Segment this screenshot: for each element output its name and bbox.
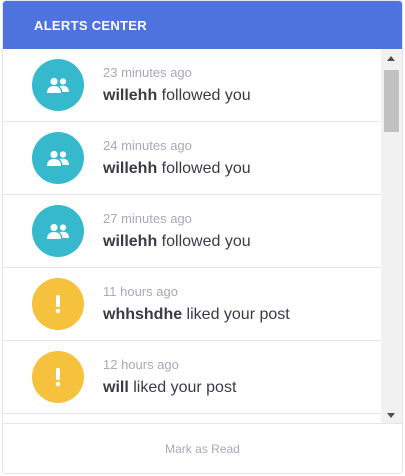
alert-item[interactable]: 11 hours ago whhshdhe liked your post [3,268,381,341]
alert-user: willehh [103,160,158,177]
scrollbar-thumb[interactable] [384,70,399,132]
alert-time: 11 hours ago [103,284,178,299]
alert-time: 12 hours ago [103,357,179,372]
alert-action: followed you [157,87,251,104]
alert-text: 27 minutes ago willehh followed you [103,211,251,251]
alert-item[interactable]: 24 minutes ago willehh followed you [3,122,381,195]
alert-item[interactable]: 27 minutes ago willehh followed you [3,195,381,268]
alert-user: will [103,379,129,396]
exclamation-icon [55,295,61,314]
alert-message: will liked your post [103,379,236,397]
exclamation-icon [55,368,61,387]
alert-message: willehh followed you [103,87,251,105]
alert-time: 23 minutes ago [103,65,192,80]
alert-user: willehh [103,87,158,104]
alert-avatar [32,351,84,403]
scroll-up-arrow-icon[interactable] [387,56,395,61]
alert-message: willehh followed you [103,160,251,178]
alerts-list-container: 23 minutes ago willehh followed you 24 m… [3,49,402,425]
alert-text: 23 minutes ago willehh followed you [103,65,251,105]
users-icon [47,150,69,166]
alert-avatar [32,59,84,111]
alert-item[interactable]: 23 minutes ago willehh followed you [3,49,381,122]
alert-avatar [32,132,84,184]
alert-action: liked your post [128,379,237,396]
alert-item[interactable]: 12 hours ago will liked your post [3,341,381,414]
alert-action: followed you [157,233,251,250]
alert-avatar [32,278,84,330]
alert-user: whhshdhe [103,306,183,323]
alert-text: 24 minutes ago willehh followed you [103,138,251,178]
users-icon [47,223,69,239]
alert-time: 24 minutes ago [103,138,192,153]
scrollbar[interactable] [381,49,402,425]
alert-user: willehh [103,233,158,250]
alert-message: willehh followed you [103,233,251,251]
alerts-dropdown: ALERTS CENTER 23 minutes ago willehh fol… [2,0,403,474]
alert-avatar [32,205,84,257]
mark-as-read-button[interactable]: Mark as Read [3,423,402,473]
alert-text: 12 hours ago will liked your post [103,357,236,397]
alert-action: liked your post [182,306,290,323]
alerts-header: ALERTS CENTER [3,1,402,49]
scroll-down-arrow-icon[interactable] [387,413,395,418]
alert-time: 27 minutes ago [103,211,192,226]
alert-text: 11 hours ago whhshdhe liked your post [103,284,290,324]
alerts-list: 23 minutes ago willehh followed you 24 m… [3,49,381,414]
alert-action: followed you [157,160,251,177]
alert-message: whhshdhe liked your post [103,306,290,324]
users-icon [47,77,69,93]
